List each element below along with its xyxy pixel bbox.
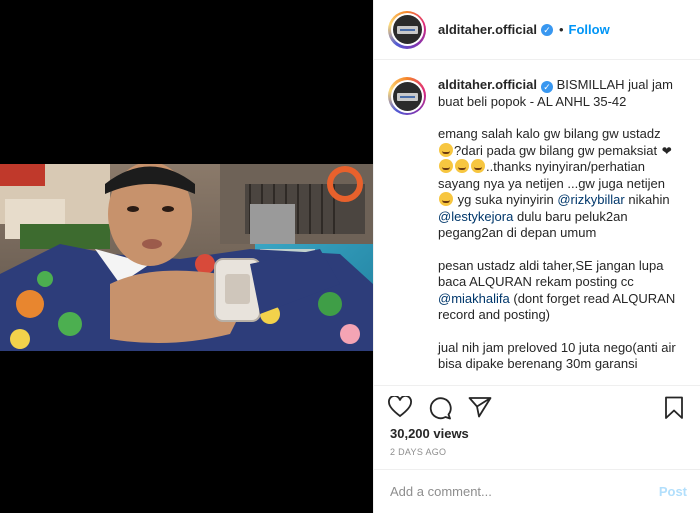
bookmark-icon[interactable] xyxy=(663,396,685,425)
heart-eyes-emoji-icon xyxy=(471,159,485,173)
follow-button[interactable]: Follow xyxy=(569,22,610,37)
post-video-frame[interactable] xyxy=(0,164,373,351)
grin-emoji-icon xyxy=(439,192,453,206)
post-side-panel: alditaher.official ✓ • Follow alditaher.… xyxy=(373,0,700,513)
caption-p2e: nikahin xyxy=(628,192,670,207)
action-bar xyxy=(374,385,700,429)
post-header: alditaher.official ✓ • Follow xyxy=(374,0,700,60)
black-heart-icon: ❤ xyxy=(661,143,672,158)
mention-link[interactable]: @lestykejora xyxy=(438,209,513,224)
post-timestamp[interactable]: 2 DAYS AGO xyxy=(390,447,446,457)
caption-p2b: ?dari pada gw bilang gw pemaksiat xyxy=(454,142,658,158)
caption-p2a: emang salah kalo gw bilang gw ustadz xyxy=(438,126,661,141)
add-comment-bar: Post xyxy=(374,469,700,513)
view-count[interactable]: 30,200 views xyxy=(390,426,469,441)
verified-badge-icon: ✓ xyxy=(540,23,553,36)
comment-icon[interactable] xyxy=(428,396,452,425)
smile-emoji-icon xyxy=(439,159,453,173)
mention-link[interactable]: @miakhalifa xyxy=(438,291,510,306)
grin-emoji-icon xyxy=(439,142,453,157)
post-media[interactable] xyxy=(0,0,373,513)
selfie-image xyxy=(0,164,373,351)
mention-link[interactable]: @rizkybillar xyxy=(557,192,624,207)
caption-section: alditaher.official ✓ BISMILLAH jual jam b… xyxy=(374,61,700,385)
post-comment-button[interactable]: Post xyxy=(659,484,687,499)
share-icon[interactable] xyxy=(468,396,492,423)
username-link[interactable]: alditaher.official xyxy=(438,22,537,37)
comment-input[interactable] xyxy=(390,484,659,499)
caption-p2d: yg suka nyinyirin xyxy=(457,192,554,207)
separator-dot: • xyxy=(558,22,564,37)
heart-icon[interactable] xyxy=(388,395,412,423)
verified-badge-icon: ✓ xyxy=(540,81,553,93)
kiss-emoji-icon xyxy=(455,159,469,173)
caption-username[interactable]: alditaher.official xyxy=(438,77,537,92)
caption-p4: jual nih jam preloved 10 juta nego(anti … xyxy=(438,339,676,372)
caption-p3a: pesan ustadz aldi taher,SE jangan lupa b… xyxy=(438,257,664,290)
caption-avatar[interactable] xyxy=(388,77,426,115)
caption-text: alditaher.official ✓ BISMILLAH jual jam b… xyxy=(438,77,678,373)
avatar[interactable] xyxy=(388,10,426,49)
